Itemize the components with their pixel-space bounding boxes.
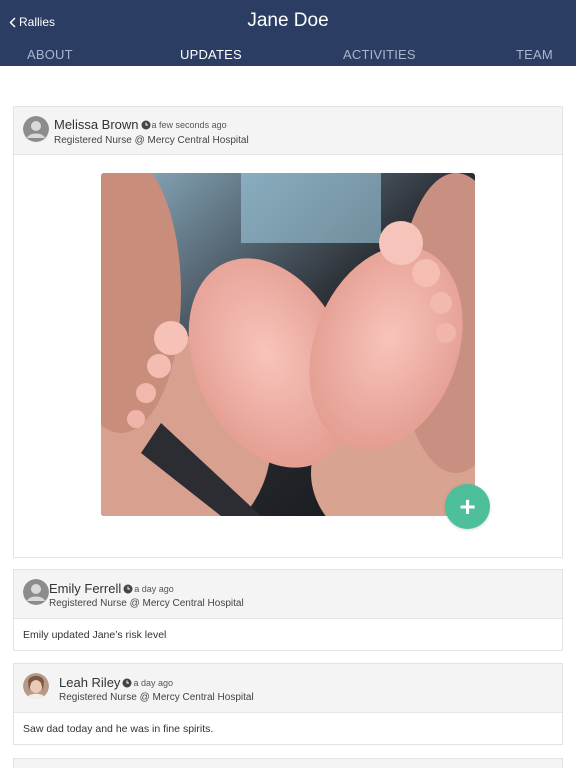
author-line: Melissa Brown a few seconds ago xyxy=(54,117,227,132)
feed-card: Melissa Brown a few seconds ago Register… xyxy=(13,106,563,558)
author-line: Emily Ferrell a day ago xyxy=(49,581,174,596)
post-time: a day ago xyxy=(134,583,174,594)
clock-icon xyxy=(122,678,132,687)
clock-icon xyxy=(123,584,133,593)
author-name[interactable]: Emily Ferrell xyxy=(49,581,121,596)
page-title: Jane Doe xyxy=(247,10,329,31)
default-avatar-icon[interactable] xyxy=(23,116,49,142)
clock-icon xyxy=(141,120,151,129)
default-avatar-icon[interactable] xyxy=(23,579,49,605)
author-line: Leah Riley a day ago xyxy=(59,675,173,690)
feed-card: Emily Ferrell a day ago Registered Nurse… xyxy=(13,569,563,651)
baby-feet-photo[interactable] xyxy=(101,173,475,516)
post-time: a few seconds ago xyxy=(151,119,227,130)
post-text: Saw dad today and he was in fine spirits… xyxy=(23,723,214,735)
author-name[interactable]: Melissa Brown xyxy=(54,117,139,132)
post-time: a day ago xyxy=(133,677,173,688)
feed-card xyxy=(13,758,563,768)
profile-photo[interactable] xyxy=(23,673,49,699)
author-role: Registered Nurse @ Mercy Central Hospita… xyxy=(59,692,254,703)
card-header: Leah Riley a day ago Registered Nurse @ … xyxy=(14,664,562,713)
author-role: Registered Nurse @ Mercy Central Hospita… xyxy=(54,135,249,146)
app-header: Rallies Jane Doe ABOUT UPDATES ACTIVITIE… xyxy=(0,0,576,66)
post-text: Emily updated Jane’s risk level xyxy=(23,629,167,641)
author-name[interactable]: Leah Riley xyxy=(59,675,120,690)
tab-about[interactable]: ABOUT xyxy=(27,47,73,62)
card-header: Melissa Brown a few seconds ago Register… xyxy=(14,107,562,155)
tab-updates[interactable]: UPDATES xyxy=(180,47,242,62)
author-role: Registered Nurse @ Mercy Central Hospita… xyxy=(49,598,244,609)
feed-card: Leah Riley a day ago Registered Nurse @ … xyxy=(13,663,563,745)
feed: Melissa Brown a few seconds ago Register… xyxy=(0,66,576,768)
card-header: Emily Ferrell a day ago Registered Nurse… xyxy=(14,570,562,619)
add-button[interactable]: + xyxy=(445,484,490,529)
tab-activities[interactable]: ACTIVITIES xyxy=(343,47,416,62)
tab-team[interactable]: TEAM xyxy=(516,47,553,62)
